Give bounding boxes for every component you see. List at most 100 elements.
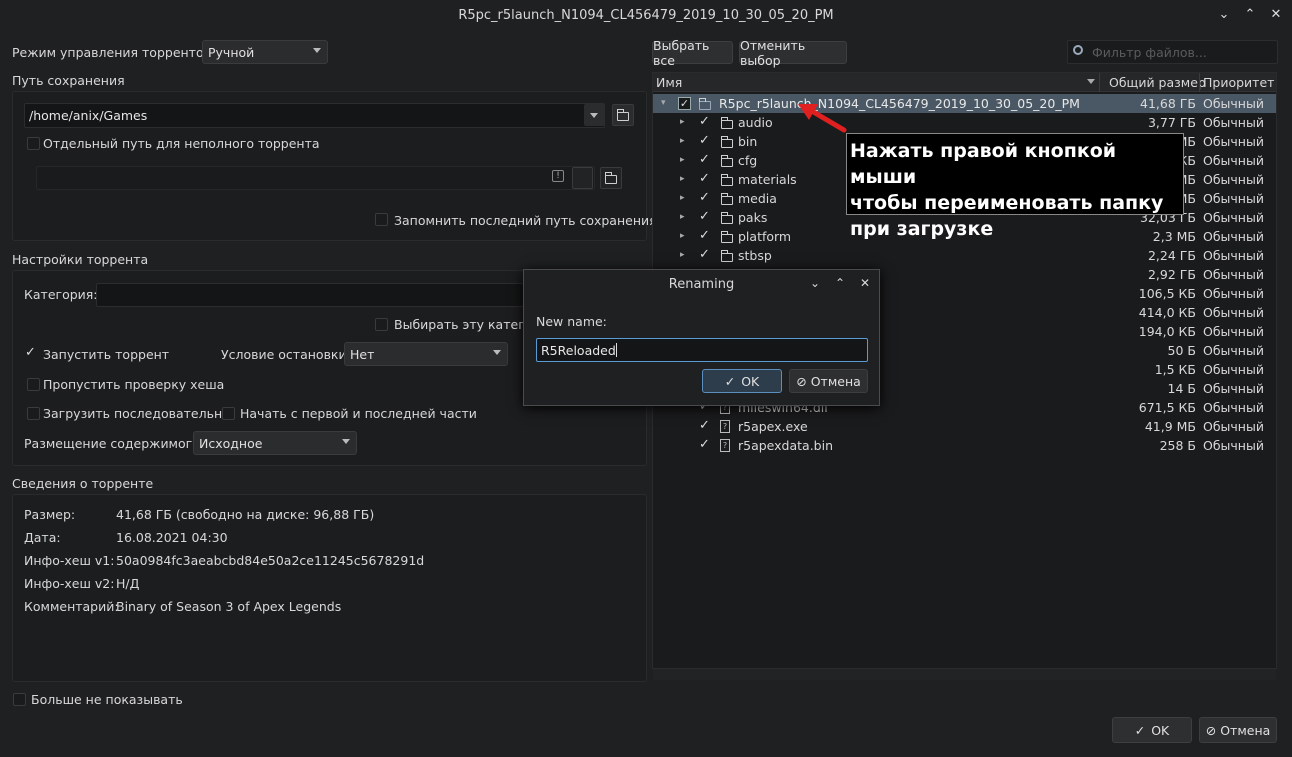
column-divider (1099, 73, 1100, 92)
expand-icon[interactable]: ▸ (680, 155, 685, 165)
dont-show-label: Больше не показывать (31, 692, 183, 707)
chevron-down-icon (313, 48, 321, 53)
category-input[interactable] (96, 283, 524, 307)
row-priority: Обычный (1203, 381, 1264, 396)
separate-path-checkbox[interactable] (27, 137, 40, 150)
layout-label: Размещение содержимого: (24, 436, 205, 451)
column-size[interactable]: Общий размер (1109, 75, 1206, 90)
layout-select[interactable]: Исходное (193, 431, 357, 455)
stop-condition-select[interactable]: Нет (344, 342, 508, 366)
check-icon[interactable]: ✓ (699, 228, 710, 243)
expand-icon[interactable]: ▸ (680, 193, 685, 203)
layout-value: Исходное (199, 435, 263, 451)
tree-row-file[interactable]: ✓? r5apex.exe 41,9 МБ Обычный (653, 417, 1276, 436)
maximize-icon[interactable]: ⌃ (835, 276, 845, 290)
incomplete-path-input[interactable] (36, 166, 595, 190)
check-icon[interactable]: ✓ (699, 152, 710, 167)
check-icon[interactable]: ✓ (699, 190, 710, 205)
browse-save-path-button[interactable] (612, 104, 634, 126)
save-path-input[interactable]: /home/anix/Games (24, 103, 605, 128)
close-icon[interactable]: ✕ (860, 276, 870, 290)
mode-select[interactable]: Ручной (202, 40, 328, 64)
tree-row-folder[interactable]: ▾ ✓ R5pc_r5launch_N1094_CL456479_2019_10_3… (653, 94, 1276, 113)
ok-label: OK (1151, 722, 1170, 738)
check-icon[interactable]: ✓ (678, 97, 691, 110)
info-value-hash-v2: Н/Д (116, 576, 140, 591)
dialog-ok-button[interactable]: ✓ OK (702, 369, 782, 393)
check-icon[interactable]: ✓ (699, 171, 710, 186)
row-size: 2,92 ГБ (1147, 267, 1196, 282)
row-priority: Обычный (1203, 419, 1264, 434)
check-icon[interactable]: ✓ (699, 133, 710, 148)
tree-row-folder[interactable]: ▸ ✓ audio 3,77 ГБ Обычный (653, 113, 1276, 132)
settings-title: Настройки торрента (12, 252, 149, 267)
incomplete-path-dropdown[interactable] (572, 167, 593, 189)
skip-hash-checkbox[interactable] (27, 378, 40, 391)
annotation-line: Нажать правой кнопкой мыши (850, 140, 1117, 188)
expand-icon[interactable]: ▸ (680, 231, 685, 241)
maximize-icon[interactable]: ⌃ (1242, 6, 1258, 22)
dont-show-checkbox[interactable] (13, 693, 26, 706)
row-priority: Обычный (1203, 324, 1264, 339)
mode-value: Ручной (208, 44, 255, 60)
check-icon[interactable]: ✓ (699, 418, 710, 433)
browse-incomplete-path-button[interactable] (600, 167, 622, 189)
rename-dialog-title: Renaming (668, 276, 735, 292)
sequential-checkbox[interactable] (27, 407, 40, 420)
choose-category-checkbox[interactable] (375, 318, 388, 331)
select-all-button[interactable]: Выбрать все (652, 38, 733, 68)
expand-icon[interactable]: ▸ (680, 174, 685, 184)
column-priority[interactable]: Приоритет з (1203, 75, 1276, 90)
folder-icon (721, 155, 733, 167)
check-icon[interactable]: ✓ (699, 437, 710, 452)
minimize-icon[interactable]: ⌄ (810, 276, 820, 290)
info-value-hash-v1: 50a0984fc3aeabcbd84e50a2ce11245c5678291d (116, 553, 425, 568)
file-icon: ? (720, 439, 730, 452)
expand-icon[interactable]: ▸ (680, 117, 685, 127)
row-name: R5pc_r5launch_N1094_CL456479_2019_10_30_… (719, 96, 1080, 111)
first-last-checkbox[interactable] (222, 407, 235, 420)
torrent-dialog-window: R5pc_r5launch_N1094_CL456479_2019_10_30_… (0, 0, 1292, 757)
expand-icon[interactable]: ▸ (680, 250, 685, 260)
category-label: Категория: (24, 287, 98, 302)
expand-icon[interactable]: ▸ (680, 136, 685, 146)
cancel-icon: ⊘ (796, 373, 807, 389)
expand-icon[interactable]: ▸ (680, 212, 685, 222)
new-name-label: New name: (536, 314, 607, 329)
cancel-button[interactable]: ⊘ Отмена (1199, 717, 1277, 743)
row-priority: Обычный (1203, 96, 1264, 111)
save-path-dropdown[interactable] (584, 104, 605, 126)
check-icon[interactable]: ✓ (699, 209, 710, 224)
save-path-title: Путь сохранения (12, 73, 125, 88)
rename-dialog: Renaming ⌄ ⌃ ✕ New name: R5Reloaded ✓ OK … (523, 269, 880, 406)
row-priority: Обычный (1203, 267, 1264, 282)
check-icon[interactable]: ✓ (699, 114, 710, 129)
filter-input[interactable]: Фильтр файлов... (1067, 40, 1278, 64)
row-name: r5apexdata.bin (738, 438, 834, 453)
new-name-input[interactable]: R5Reloaded (536, 338, 868, 362)
close-icon[interactable]: ✕ (1268, 6, 1284, 22)
row-name: audio (738, 115, 773, 130)
tree-row-file[interactable]: ✓? r5apexdata.bin 258 Б Обычный (653, 436, 1276, 455)
file-icon: ? (720, 420, 730, 433)
chevron-down-icon (342, 439, 350, 444)
ok-button[interactable]: ✓ OK (1112, 717, 1192, 743)
deselect-button[interactable]: Отменить выбор (739, 38, 847, 68)
expand-icon[interactable]: ▾ (661, 98, 666, 108)
tree-row-folder[interactable]: ▸ ✓ stbsp 2,24 ГБ Обычный (653, 246, 1276, 265)
mode-label: Режим управления торрентом: (12, 45, 218, 60)
start-torrent-check-icon[interactable]: ✓ (25, 345, 36, 360)
info-value-comment: Binary of Season 3 of Apex Legends (116, 599, 342, 614)
sequential-label: Загрузить последовательно (43, 406, 230, 421)
column-divider (1199, 73, 1200, 92)
horizontal-scrollbar[interactable] (653, 669, 1276, 680)
row-name: media (738, 191, 777, 206)
remember-path-checkbox[interactable] (375, 213, 388, 226)
check-icon[interactable]: ✓ (699, 247, 710, 262)
column-name[interactable]: Имя (656, 75, 682, 90)
choose-category-label: Выбирать эту категор (394, 317, 541, 332)
window-title: R5pc_r5launch_N1094_CL456479_2019_10_30_… (458, 7, 834, 23)
row-priority: Обычный (1203, 362, 1264, 377)
minimize-icon[interactable]: ⌄ (1216, 6, 1232, 22)
dialog-cancel-button[interactable]: ⊘ Отмена (789, 369, 868, 393)
